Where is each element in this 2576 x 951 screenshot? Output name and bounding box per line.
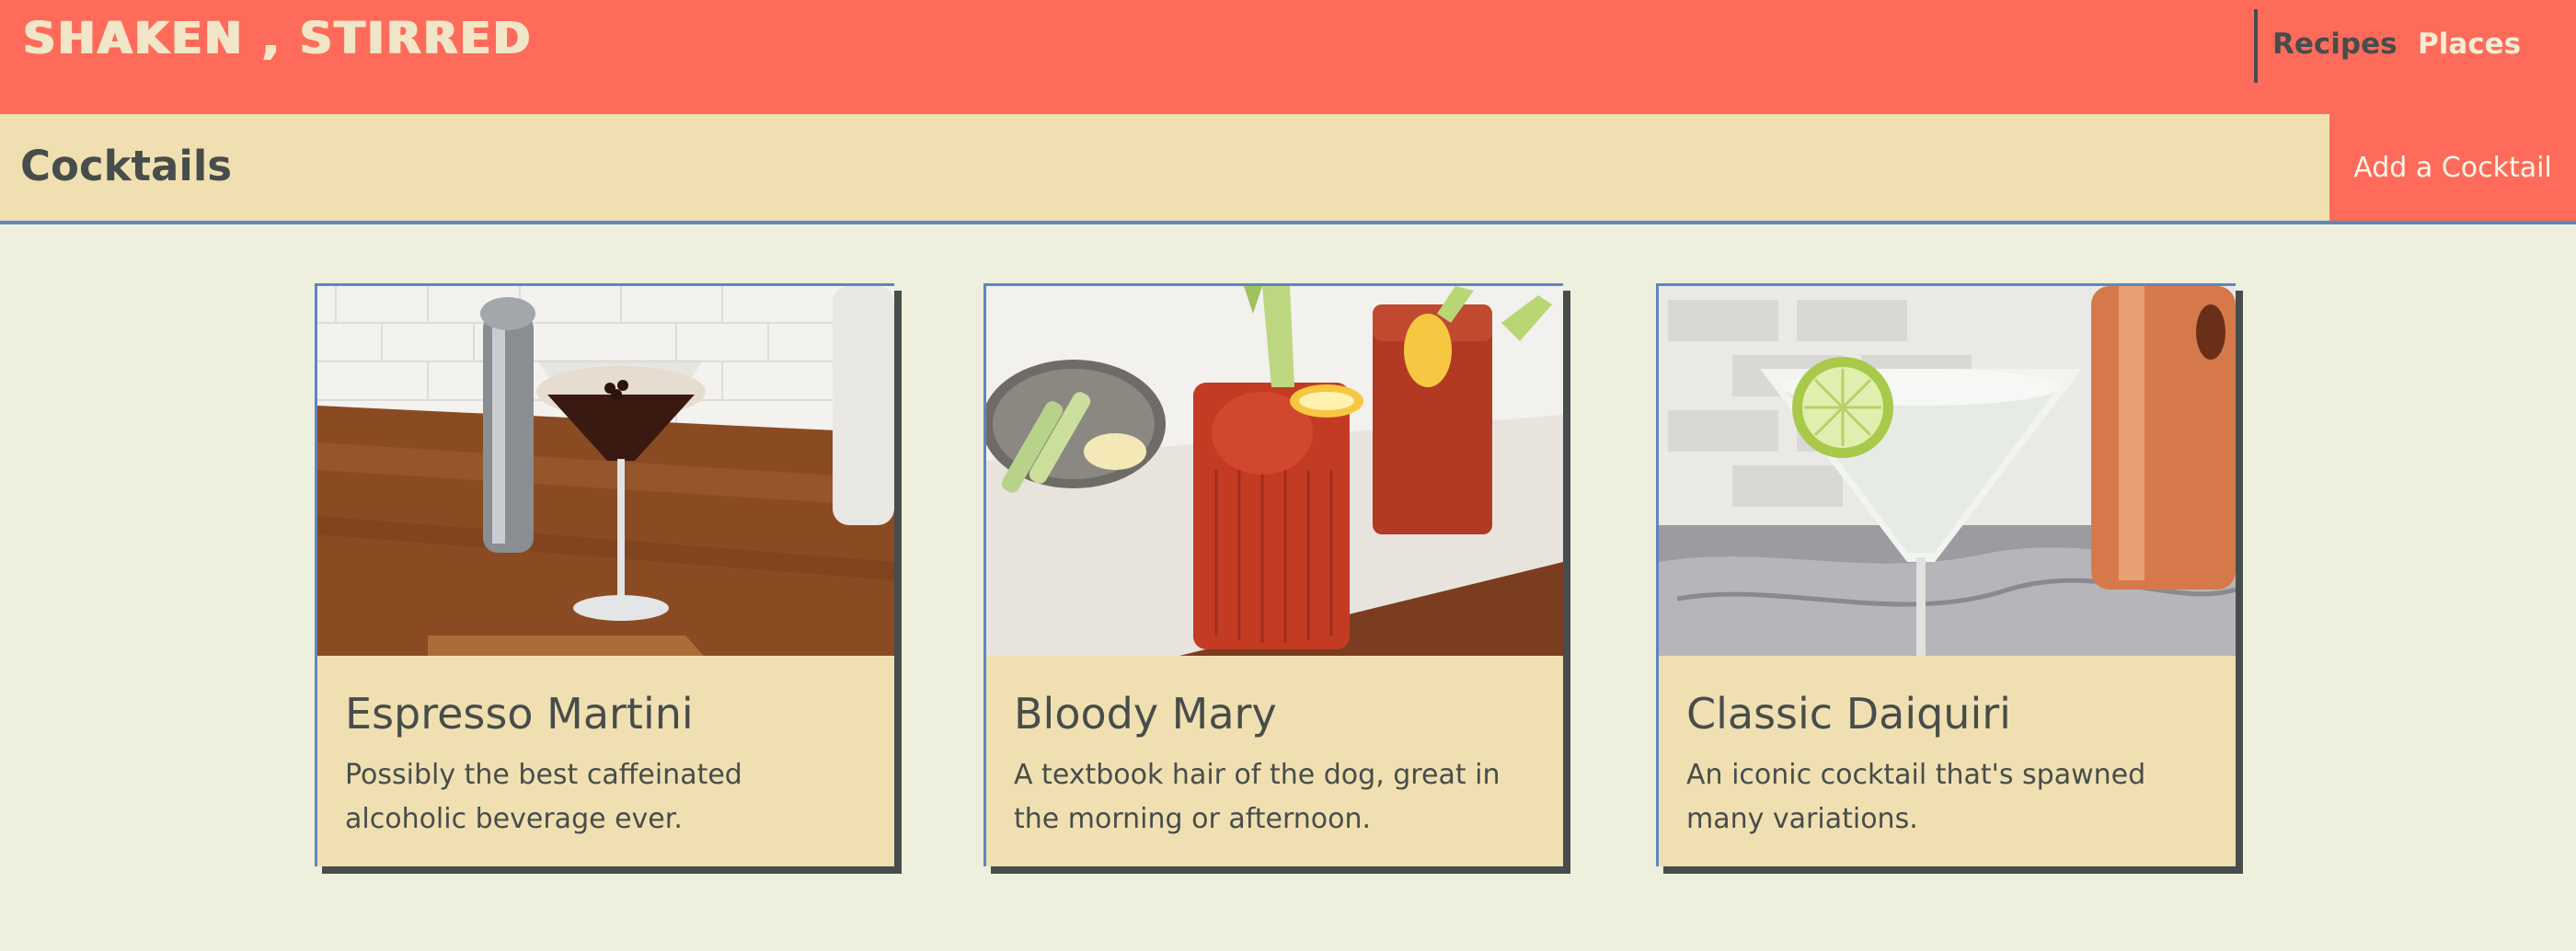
cocktail-image-espresso-martini bbox=[317, 286, 894, 656]
cocktail-card-bloody-mary[interactable]: Bloody Mary A textbook hair of the dog, … bbox=[983, 283, 1563, 866]
brand-logo[interactable]: SHAKEN , STIRRED bbox=[22, 13, 531, 64]
cocktail-title: Espresso Martini bbox=[345, 689, 694, 739]
nav-link-places[interactable]: Places bbox=[2418, 28, 2521, 61]
cocktail-image-classic-daiquiri bbox=[1659, 286, 2236, 656]
cocktail-image-bloody-mary bbox=[986, 286, 1563, 656]
cocktail-description: Possibly the best caffeinated alcoholic … bbox=[345, 759, 742, 835]
cocktail-description: A textbook hair of the dog, great in the… bbox=[1014, 759, 1501, 835]
page-subheader: Cocktails Add a Cocktail bbox=[0, 114, 2576, 224]
cocktail-card-espresso-martini[interactable]: Espresso Martini Possibly the best caffe… bbox=[315, 283, 894, 866]
cocktail-title: Classic Daiquiri bbox=[1686, 689, 2011, 739]
nav-divider bbox=[2254, 9, 2258, 83]
top-navbar: SHAKEN , STIRRED Recipes Places bbox=[0, 0, 2576, 114]
cocktail-title: Bloody Mary bbox=[1014, 689, 1277, 739]
add-cocktail-button[interactable]: Add a Cocktail bbox=[2329, 114, 2576, 221]
nav-link-recipes[interactable]: Recipes bbox=[2272, 28, 2398, 61]
cocktail-card-classic-daiquiri[interactable]: Classic Daiquiri An iconic cocktail that… bbox=[1656, 283, 2236, 866]
cocktail-description: An iconic cocktail that's spawned many v… bbox=[1686, 759, 2146, 835]
page-title: Cocktails bbox=[20, 142, 233, 190]
